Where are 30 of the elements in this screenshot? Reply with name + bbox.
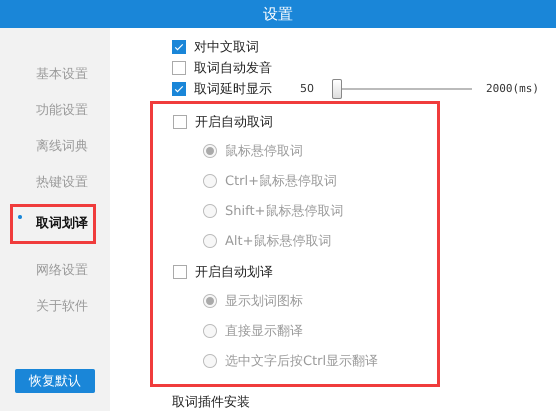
window-title: 设置 bbox=[263, 4, 293, 24]
option-label: 取词自动发音 bbox=[194, 60, 272, 76]
plugin-install-link[interactable]: 取词插件安装 bbox=[172, 393, 556, 411]
sidebar-item[interactable]: 基本设置 bbox=[10, 60, 96, 84]
checkbox[interactable] bbox=[172, 60, 186, 74]
radio-label: 直接显示翻译 bbox=[225, 323, 303, 340]
reset-button[interactable]: 恢复默认 bbox=[15, 369, 95, 393]
checkbox[interactable] bbox=[172, 82, 186, 96]
sidebar-item[interactable]: 功能设置 bbox=[10, 96, 96, 120]
option-label: 开启自动划译 bbox=[195, 264, 273, 281]
radio-label: Shift+鼠标悬停取词 bbox=[225, 203, 344, 220]
checkbox[interactable] bbox=[173, 115, 187, 129]
sidebar-item[interactable]: 取词划译 bbox=[10, 204, 96, 244]
slider-thumb[interactable] bbox=[332, 78, 342, 98]
radio-label: 鼠标悬停取词 bbox=[225, 143, 303, 160]
radio-label: Ctrl+鼠标悬停取词 bbox=[225, 173, 338, 190]
sidebar-item[interactable]: 网络设置 bbox=[10, 256, 96, 280]
radio-label: 选中文字后按Ctrl显示翻译 bbox=[225, 353, 378, 370]
sidebar-item[interactable]: 热键设置 bbox=[10, 168, 96, 192]
slider-max-label: 2000(ms) bbox=[486, 82, 539, 95]
checkbox[interactable] bbox=[172, 40, 186, 54]
radio-label: 显示划词图标 bbox=[225, 293, 303, 310]
slider-min-label: 50 bbox=[300, 82, 314, 95]
radio-label: Alt+鼠标悬停取词 bbox=[225, 233, 332, 250]
option-label: 对中文取词 bbox=[194, 38, 259, 56]
option-label: 取词延时显示 bbox=[194, 80, 272, 98]
option-label: 开启自动取词 bbox=[195, 114, 273, 131]
sidebar-item[interactable]: 离线词典 bbox=[10, 132, 96, 156]
sidebar-item[interactable]: 关于软件 bbox=[10, 292, 96, 316]
checkbox[interactable] bbox=[173, 265, 187, 279]
